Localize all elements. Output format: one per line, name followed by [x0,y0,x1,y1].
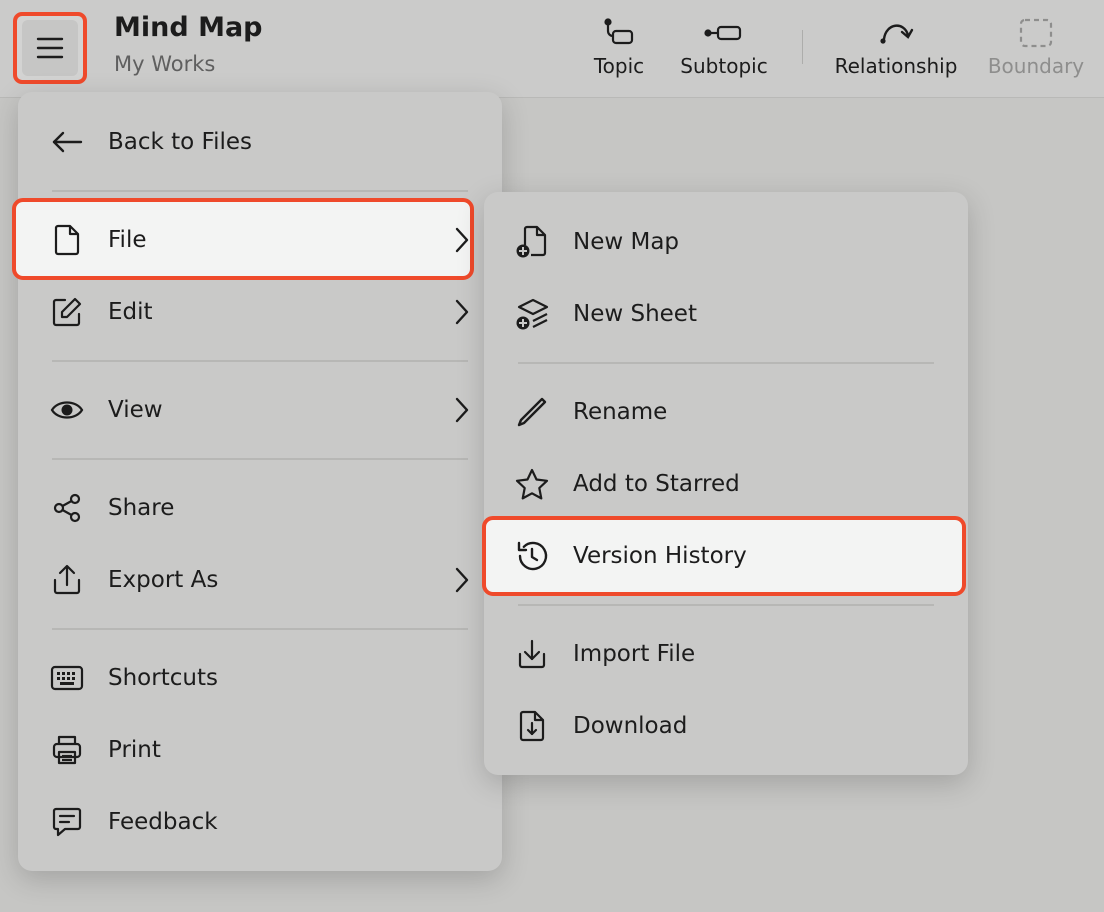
feedback-icon [50,805,84,839]
menu-item-feedback[interactable]: Feedback [18,790,502,854]
menu-item-label: Edit [108,299,153,325]
document-title: Mind Map [114,12,263,43]
menu-item-label: Export As [108,567,219,593]
boundary-button[interactable]: Boundary [986,16,1086,86]
download-icon [515,709,549,743]
history-icon [515,539,549,573]
import-icon [515,637,549,671]
topic-label: Topic [593,54,645,78]
boundary-label: Boundary [987,54,1085,78]
subtopic-button[interactable]: Subtopic [678,16,770,86]
main-menu: Back to Files File Edit View Share Expor… [12,92,502,871]
relationship-button[interactable]: Relationship [834,16,958,86]
chevron-right-icon [452,295,472,329]
submenu-item-version-history[interactable]: Version History [484,524,968,588]
submenu-item-label: Add to Starred [573,471,740,497]
menu-item-shortcuts[interactable]: Shortcuts [18,646,502,710]
menu-item-label: Shortcuts [108,665,218,691]
relationship-icon [878,16,914,50]
submenu-item-label: Import File [573,641,696,667]
share-icon [50,491,84,525]
relationship-label: Relationship [834,54,958,78]
menu-item-export-as[interactable]: Export As [18,548,502,612]
submenu-item-new-map[interactable]: New Map [484,210,968,274]
submenu-item-label: New Sheet [573,301,697,327]
menu-item-back-to-files[interactable]: Back to Files [18,110,502,174]
pencil-icon [515,395,549,429]
menu-item-label: File [108,227,147,253]
edit-icon [50,295,84,329]
document-location[interactable]: My Works [114,52,215,76]
topic-button[interactable]: Topic [590,16,648,86]
keyboard-icon [50,661,84,695]
export-icon [50,563,84,597]
subtopic-label: Subtopic [680,54,768,78]
new-map-icon [515,225,549,259]
menu-button[interactable] [22,20,78,76]
printer-icon [50,733,84,767]
submenu-item-label: Download [573,713,688,739]
submenu-item-add-to-starred[interactable]: Add to Starred [484,452,968,516]
menu-item-label: Back to Files [108,129,253,155]
submenu-item-new-sheet[interactable]: New Sheet [484,282,968,346]
boundary-icon [1019,16,1053,50]
submenu-divider [518,604,934,606]
menu-divider [52,458,468,460]
menu-item-edit[interactable]: Edit [18,280,502,344]
menu-item-share[interactable]: Share [18,476,502,540]
submenu-item-import-file[interactable]: Import File [484,622,968,686]
menu-divider [52,360,468,362]
menu-item-label: Feedback [108,809,218,835]
new-sheet-icon [515,297,549,331]
submenu-item-download[interactable]: Download [484,694,968,758]
menu-item-label: Share [108,495,175,521]
topic-icon [602,16,636,50]
menu-item-view[interactable]: View [18,378,502,442]
submenu-item-label: New Map [573,229,680,255]
hamburger-icon [36,36,64,60]
subtopic-icon [704,16,744,50]
chevron-right-icon [452,563,472,597]
file-icon [50,223,84,257]
submenu-divider [518,362,934,364]
menu-divider [52,628,468,630]
file-submenu: New Map New Sheet Rename Add to Starred … [482,192,968,775]
menu-item-label: Print [108,737,161,763]
toolbar-separator [802,30,803,64]
eye-icon [50,393,84,427]
star-icon [515,467,549,501]
submenu-item-label: Version History [573,543,747,569]
top-toolbar: Mind Map My Works Topic Subtopic Relatio… [0,0,1104,98]
arrow-left-icon [50,125,84,159]
menu-item-print[interactable]: Print [18,718,502,782]
chevron-right-icon [452,223,472,257]
menu-item-label: View [108,397,163,423]
menu-item-file[interactable]: File [18,208,502,272]
menu-divider [52,190,468,192]
chevron-right-icon [452,393,472,427]
submenu-item-rename[interactable]: Rename [484,380,968,444]
submenu-item-label: Rename [573,399,668,425]
